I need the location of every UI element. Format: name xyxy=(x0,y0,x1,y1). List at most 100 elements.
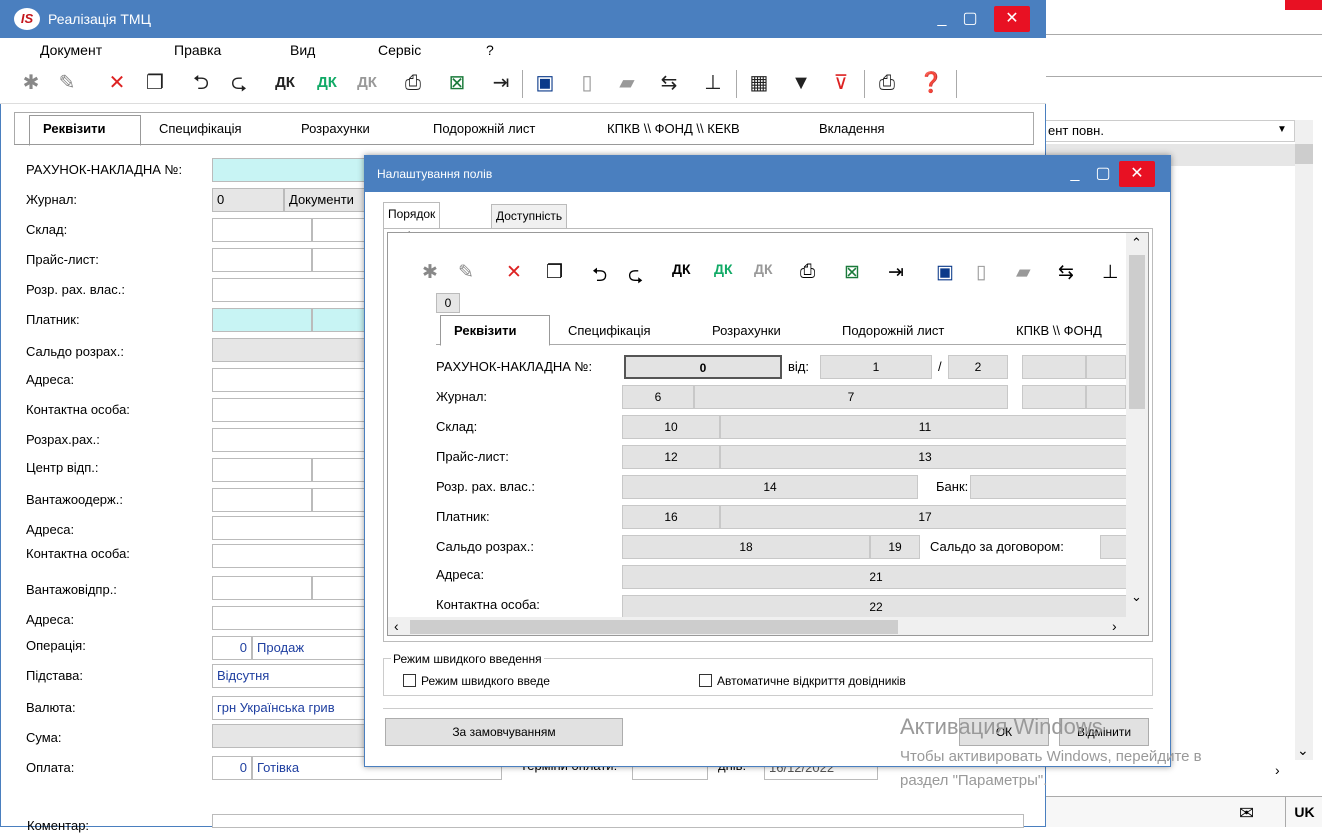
contact2-field[interactable] xyxy=(212,544,372,568)
print-icon[interactable]: ⎙ xyxy=(872,68,902,98)
preview-field-12[interactable]: 12 xyxy=(622,445,720,469)
debit-credit-icon[interactable]: ДК xyxy=(270,68,300,98)
preview-field-1[interactable]: 1 xyxy=(820,355,932,379)
basis-field[interactable]: Відсутня xyxy=(212,664,372,688)
pricelist-code-field[interactable] xyxy=(212,248,312,272)
preview-field-16[interactable]: 16 xyxy=(622,505,720,529)
warehouse-code-field[interactable] xyxy=(212,218,312,242)
tab-field-availability[interactable]: Доступність полів xyxy=(491,204,568,245)
maximize-button[interactable]: ▢ xyxy=(952,6,988,32)
preview-field-6[interactable]: 6 xyxy=(622,385,694,409)
book-icon[interactable]: ▯ xyxy=(572,68,602,98)
mail-icon[interactable]: ✉ xyxy=(1239,803,1254,824)
excel-export-icon[interactable]: ⊠ xyxy=(442,68,472,98)
address3-field[interactable] xyxy=(212,606,372,630)
tab-waybill[interactable]: Подорожній лист xyxy=(433,121,535,136)
scroll-thumb[interactable] xyxy=(1295,144,1313,164)
own-account-field[interactable] xyxy=(212,278,372,302)
scroll-right-icon[interactable]: › xyxy=(1112,618,1117,634)
preview-field-11[interactable]: 11 xyxy=(720,415,1130,439)
auto-open-checkbox[interactable] xyxy=(699,674,712,687)
payer-name-field[interactable] xyxy=(312,308,372,332)
menu-view[interactable]: Вид xyxy=(290,42,315,58)
preview-field-14[interactable]: 14 xyxy=(622,475,918,499)
preview-horizontal-scrollbar[interactable]: ‹ › xyxy=(388,617,1148,635)
language-indicator[interactable]: UK xyxy=(1285,797,1322,827)
consignee-name-field[interactable] xyxy=(312,488,372,512)
center-name-field[interactable] xyxy=(312,458,372,482)
preview-field-10[interactable]: 10 xyxy=(622,415,720,439)
preview-field-extra-b[interactable] xyxy=(1086,355,1126,379)
new-icon[interactable]: ✱ xyxy=(16,68,46,98)
scroll-left-icon[interactable]: ‹ xyxy=(394,618,399,634)
address2-field[interactable] xyxy=(212,516,372,540)
filter-icon[interactable]: ▼ xyxy=(786,68,816,98)
dialog-maximize-button[interactable]: ▢ xyxy=(1085,161,1121,187)
copy-icon[interactable]: ❐ xyxy=(140,68,170,98)
preview-field-extra-a[interactable] xyxy=(1022,355,1086,379)
preview-vertical-scrollbar[interactable]: ⌃ ⌄ xyxy=(1126,233,1148,617)
create-based-icon[interactable]: ⮌ xyxy=(186,68,216,98)
contact-field[interactable] xyxy=(212,398,372,422)
default-button[interactable]: За замовчуванням xyxy=(385,718,623,746)
dialog-close-button[interactable]: ✕ xyxy=(1119,161,1155,187)
preview-field-7[interactable]: 7 xyxy=(694,385,1008,409)
shipper-code-field[interactable] xyxy=(212,576,312,600)
folder-icon[interactable]: ▰ xyxy=(612,68,642,98)
help-icon[interactable]: ❓ xyxy=(916,68,946,98)
quick-entry-checkbox[interactable] xyxy=(403,674,416,687)
shipper-name-field[interactable] xyxy=(312,576,372,600)
tab-specification[interactable]: Специфікація xyxy=(159,121,242,136)
menu-edit[interactable]: Правка xyxy=(174,42,221,58)
print-preview-icon[interactable]: ⎙ xyxy=(398,68,428,98)
tab-field-order[interactable]: Порядок полів xyxy=(383,202,441,243)
preview-vscroll-thumb[interactable] xyxy=(1129,255,1145,409)
create-from-icon[interactable]: ⮎ xyxy=(224,68,254,98)
debit-credit-delete-icon[interactable]: ДК xyxy=(352,68,382,98)
preview-bank-field[interactable] xyxy=(970,475,1130,499)
warehouse-name-field[interactable] xyxy=(312,218,372,242)
dropdown-arrow-icon[interactable]: ▼ xyxy=(1277,124,1287,135)
tab-attachments[interactable]: Вкладення xyxy=(819,121,885,136)
clear-filter-icon[interactable]: ⊽ xyxy=(826,68,856,98)
invoice-number-field[interactable] xyxy=(212,158,372,182)
preview-field-19[interactable]: 19 xyxy=(870,535,920,559)
preview-hscroll-thumb[interactable] xyxy=(410,620,898,634)
journal-type-field[interactable]: Документи xyxy=(284,188,372,212)
scroll-down-icon[interactable]: ⌄ xyxy=(1131,589,1142,605)
pricelist-name-field[interactable] xyxy=(312,248,372,272)
address-field[interactable] xyxy=(212,368,372,392)
menu-service[interactable]: Сервіс xyxy=(378,42,421,58)
operation-code-field[interactable]: 0 xyxy=(212,636,252,660)
preview-corner-number[interactable]: 0 xyxy=(436,293,460,313)
close-button[interactable]: ✕ xyxy=(994,6,1030,32)
delete-icon[interactable]: ✕ xyxy=(102,68,132,98)
tab-settlements[interactable]: Розрахунки xyxy=(301,121,370,136)
consignee-code-field[interactable] xyxy=(212,488,312,512)
preview-field-extra-c[interactable] xyxy=(1022,385,1086,409)
column-header[interactable]: ент повн. xyxy=(1045,120,1295,142)
scroll-down-icon[interactable]: ⌄ xyxy=(1297,742,1309,759)
preview-field-21[interactable]: 21 xyxy=(622,565,1130,589)
payer-code-field[interactable] xyxy=(212,308,312,332)
preview-field-13[interactable]: 13 xyxy=(720,445,1130,469)
preview-field-0[interactable]: 0 xyxy=(624,355,782,379)
bg-window-controls[interactable]: _ ▢ xyxy=(1217,0,1245,10)
bg-close-button[interactable] xyxy=(1285,0,1322,10)
grid-icon[interactable]: ▦ xyxy=(744,68,774,98)
scroll-right-icon[interactable]: › xyxy=(1275,762,1280,778)
menu-document[interactable]: Документ xyxy=(40,42,102,58)
preview-field-17[interactable]: 17 xyxy=(720,505,1130,529)
preview-field-2[interactable]: 2 xyxy=(948,355,1008,379)
operation-field[interactable]: Продаж xyxy=(252,636,372,660)
payment-code-field[interactable]: 0 xyxy=(212,756,252,780)
tab-kpkv[interactable]: КПКВ \\ ФОНД \\ КЕКВ xyxy=(607,121,740,136)
vertical-scrollbar[interactable] xyxy=(1295,120,1313,760)
preview-field-22[interactable]: 22 xyxy=(622,595,1130,619)
account-field[interactable] xyxy=(212,428,372,452)
center-code-field[interactable] xyxy=(212,458,312,482)
preview-field-18[interactable]: 18 xyxy=(622,535,870,559)
journal-number-field[interactable]: 0 xyxy=(212,188,284,212)
save-icon[interactable]: ▣ xyxy=(530,68,560,98)
comment-field[interactable] xyxy=(212,814,1024,828)
